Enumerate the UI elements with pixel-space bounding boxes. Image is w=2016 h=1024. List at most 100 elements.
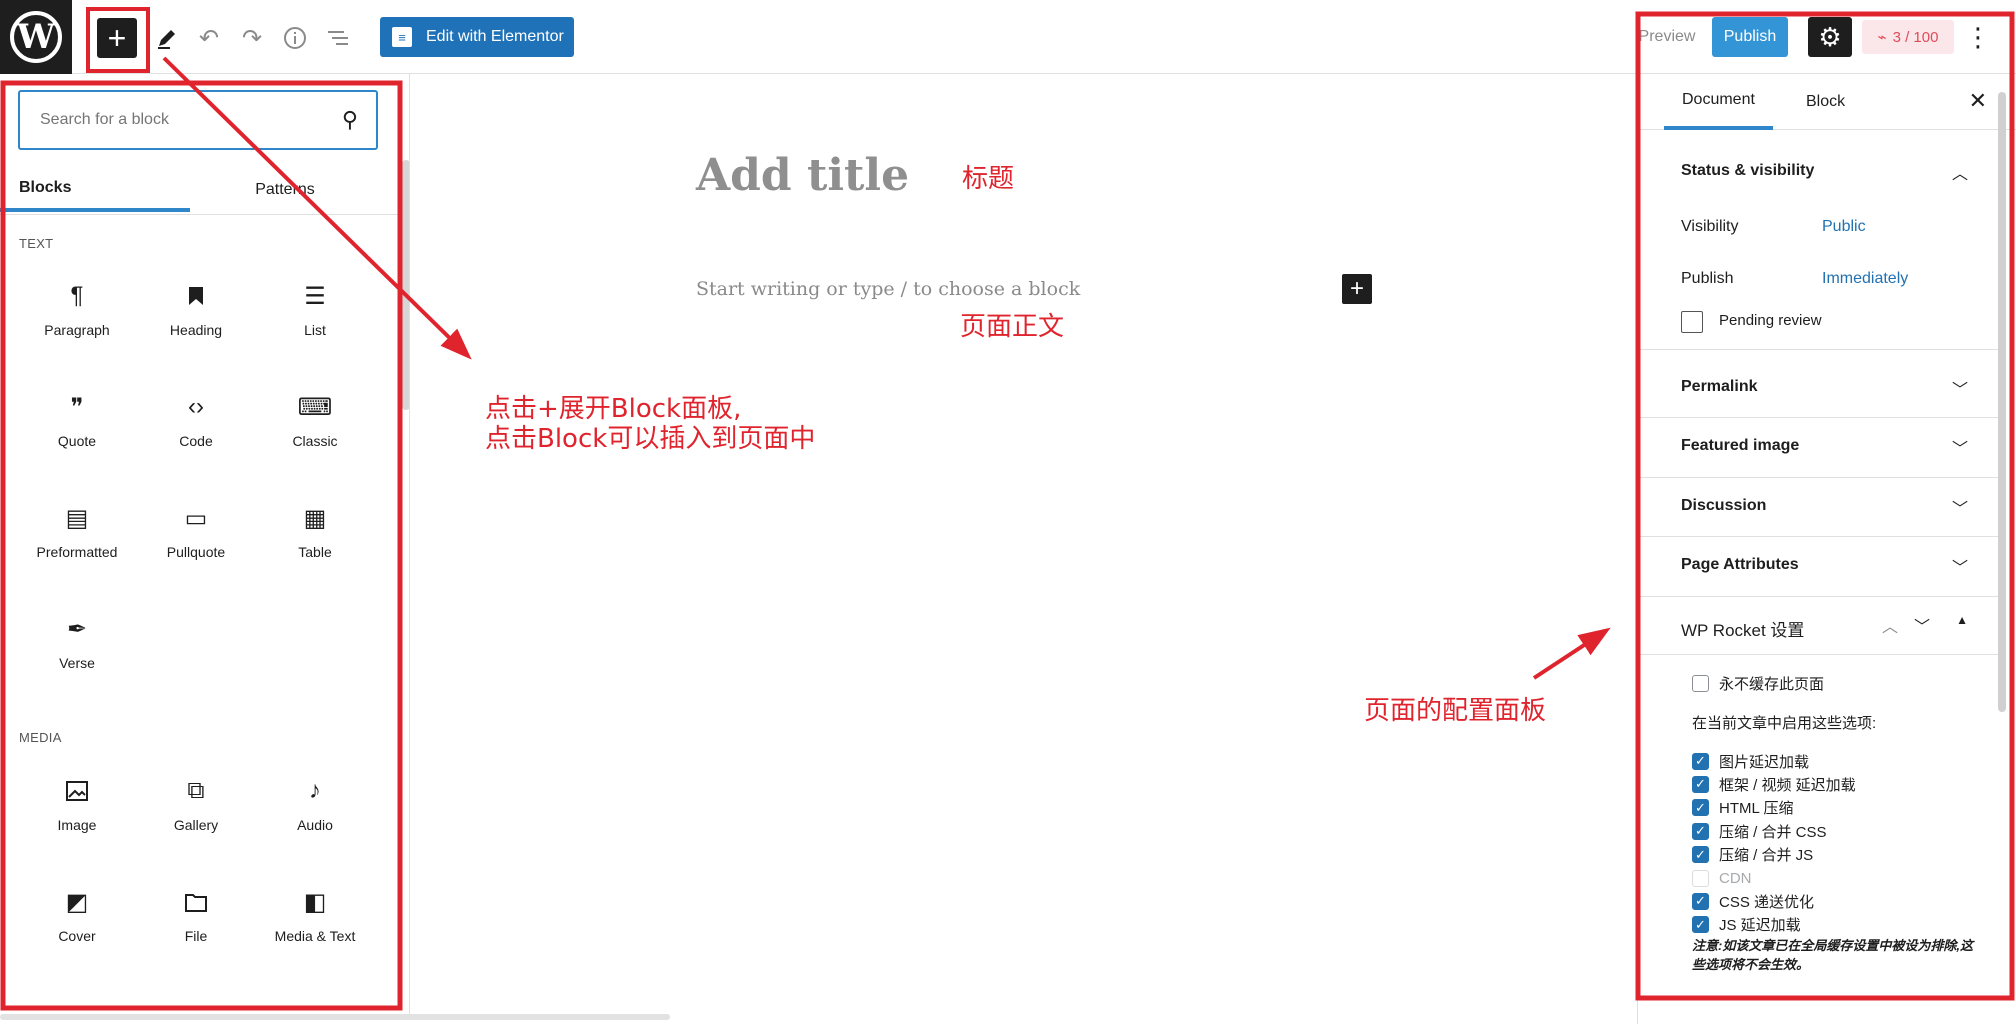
- option-label: CDN: [1719, 869, 1752, 887]
- elementor-icon: ≡: [392, 27, 412, 47]
- option-label: JS 延迟加载: [1719, 917, 1801, 935]
- block-item-preformatted[interactable]: ▤ Preformatted: [19, 498, 135, 594]
- list-view-button[interactable]: [322, 22, 354, 54]
- chevron-up-icon[interactable]: ︿: [1952, 160, 1968, 184]
- wp-rocket-option-row[interactable]: ✓ JS 延迟加载: [1692, 914, 1801, 936]
- block-item-label: Code: [179, 433, 213, 449]
- option-label: 图片延迟加载: [1719, 753, 1810, 771]
- pullquote-icon: ▭: [184, 504, 208, 532]
- block-inserter-toggle-button[interactable]: +: [97, 18, 137, 58]
- tabs-divider: [0, 214, 400, 215]
- block-item-label: Heading: [169, 322, 223, 338]
- chevron-down-icon: ﹀: [1951, 560, 1968, 577]
- wordpress-logo-button[interactable]: W: [0, 0, 72, 74]
- gear-icon: ⚙: [1818, 21, 1842, 52]
- block-item-table[interactable]: ▦ Table: [257, 498, 373, 594]
- block-search-input[interactable]: [38, 110, 342, 130]
- move-down-icon[interactable]: ﹀: [1914, 613, 1930, 637]
- block-item-quote[interactable]: ❞ Quote: [19, 387, 135, 483]
- close-icon[interactable]: ✕: [1969, 88, 1987, 114]
- annotation-inserter-line2: 点击Block可以插入到页面中: [485, 424, 816, 454]
- settings-toggle-button[interactable]: ⚙: [1808, 17, 1852, 57]
- wp-rocket-option-row[interactable]: ✓ 压缩 / 合并 CSS: [1692, 820, 1827, 842]
- option-checkbox[interactable]: ✓: [1692, 822, 1709, 840]
- edit-with-elementor-button[interactable]: ≡ Edit with Elementor: [380, 17, 574, 57]
- option-checkbox[interactable]: ✓: [1692, 846, 1709, 864]
- visibility-value-link[interactable]: Public: [1822, 218, 1866, 236]
- redo-icon: ↷: [241, 24, 263, 52]
- category-label-media: MEDIA: [19, 730, 62, 745]
- option-checkbox[interactable]: ✓: [1692, 799, 1709, 817]
- block-item-classic[interactable]: ⌨ Classic: [257, 387, 373, 483]
- tab-document[interactable]: Document: [1664, 74, 1773, 130]
- permalink-panel[interactable]: Permalink ﹀: [1638, 360, 1998, 418]
- block-item-heading[interactable]: Heading: [138, 276, 254, 372]
- block-item-label: Table: [298, 544, 332, 560]
- block-inserter-panel: ⚲ Blocks Patterns TEXT ¶ Paragraph Headi…: [0, 74, 410, 1018]
- discussion-panel[interactable]: Discussion ﹀: [1638, 478, 1998, 537]
- block-item-list[interactable]: ☰ List: [257, 276, 373, 372]
- undo-button[interactable]: ↶: [193, 22, 225, 54]
- option-checkbox[interactable]: ✓: [1692, 892, 1709, 910]
- pending-review-checkbox[interactable]: [1681, 311, 1703, 333]
- horizontal-scrollbar[interactable]: [0, 1014, 670, 1020]
- never-cache-checkbox[interactable]: [1692, 674, 1709, 692]
- move-up-icon[interactable]: ︿: [1882, 613, 1898, 637]
- details-info-button[interactable]: [279, 22, 311, 54]
- block-item-paragraph[interactable]: ¶ Paragraph: [19, 276, 135, 372]
- seo-score-button[interactable]: ⌁ 3 / 100: [1862, 20, 1954, 54]
- wp-rocket-option-row[interactable]: ✓ 压缩 / 合并 JS: [1692, 844, 1813, 866]
- collapse-triangle-icon[interactable]: ▲: [1956, 613, 1968, 627]
- featured-image-panel[interactable]: Featured image ﹀: [1638, 418, 1998, 478]
- chevron-down-icon: ﹀: [1951, 382, 1968, 399]
- tab-block[interactable]: Block: [1788, 74, 1863, 130]
- never-cache-row[interactable]: 永不缓存此页面: [1692, 672, 1824, 694]
- annotation-body: 页面正文: [960, 312, 1065, 342]
- block-search-box[interactable]: ⚲: [18, 90, 378, 150]
- block-item-pullquote[interactable]: ▭ Pullquote: [138, 498, 254, 594]
- block-item-code[interactable]: ‹› Code: [138, 387, 254, 483]
- chevron-down-icon: ﹀: [1951, 441, 1968, 458]
- block-item-file[interactable]: File: [138, 882, 254, 978]
- editor-top-toolbar: W + ↶ ↷ ≡ Edit with Elementor Preview Pu…: [0, 0, 2016, 74]
- page-attributes-panel[interactable]: Page Attributes ﹀: [1638, 537, 1998, 597]
- block-item-audio[interactable]: ♪ Audio: [257, 771, 373, 867]
- block-item-label: Media & Text: [274, 928, 356, 944]
- inserter-scrollbar[interactable]: [402, 160, 409, 410]
- list-view-icon: [328, 31, 348, 45]
- redo-button[interactable]: ↷: [236, 22, 268, 54]
- preview-button[interactable]: Preview: [1636, 17, 1698, 57]
- wp-rocket-option-row[interactable]: ✓ CSS 递送优化: [1692, 890, 1814, 912]
- category-label-text: TEXT: [19, 236, 54, 251]
- option-checkbox[interactable]: ✓: [1692, 916, 1709, 934]
- option-checkbox[interactable]: ✓: [1692, 752, 1709, 770]
- block-item-label: Preformatted: [36, 544, 118, 560]
- wp-rocket-option-row[interactable]: ✓ 图片延迟加载: [1692, 750, 1809, 772]
- tab-patterns[interactable]: Patterns: [190, 168, 380, 212]
- publish-button[interactable]: Publish: [1712, 17, 1788, 57]
- block-item-image[interactable]: Image: [19, 771, 135, 867]
- post-title-placeholder[interactable]: Add title: [696, 150, 909, 201]
- more-options-button[interactable]: ⋮: [1964, 17, 1992, 57]
- folder-icon: [184, 882, 208, 922]
- block-item-label: List: [304, 322, 326, 338]
- block-item-media-text[interactable]: ◧ Media & Text: [257, 882, 373, 978]
- option-checkbox[interactable]: ✓: [1692, 775, 1709, 793]
- inline-add-block-button[interactable]: +: [1342, 274, 1372, 304]
- wp-rocket-option-row[interactable]: ✓ HTML 压缩: [1692, 797, 1793, 819]
- block-item-cover[interactable]: ◩ Cover: [19, 882, 135, 978]
- tab-blocks[interactable]: Blocks: [0, 168, 190, 212]
- code-icon: ‹›: [188, 393, 204, 420]
- option-label: 框架 / 视频 延迟加载: [1719, 776, 1856, 794]
- publish-date-link[interactable]: Immediately: [1822, 270, 1908, 288]
- tools-pencil-button[interactable]: [151, 22, 183, 54]
- wp-rocket-option-row[interactable]: ✓ 框架 / 视频 延迟加载: [1692, 773, 1856, 795]
- block-item-gallery[interactable]: ⧉ Gallery: [138, 771, 254, 867]
- block-item-label: File: [184, 928, 208, 944]
- permalink-title: Permalink: [1681, 378, 1758, 395]
- music-note-icon: ♪: [309, 777, 321, 804]
- sidebar-scrollbar[interactable]: [1998, 92, 2006, 712]
- block-item-verse[interactable]: ✒ Verse: [19, 609, 135, 705]
- body-placeholder[interactable]: Start writing or type / to choose a bloc…: [696, 278, 1080, 300]
- status-visibility-toggle[interactable]: Status & visibility: [1681, 162, 1814, 180]
